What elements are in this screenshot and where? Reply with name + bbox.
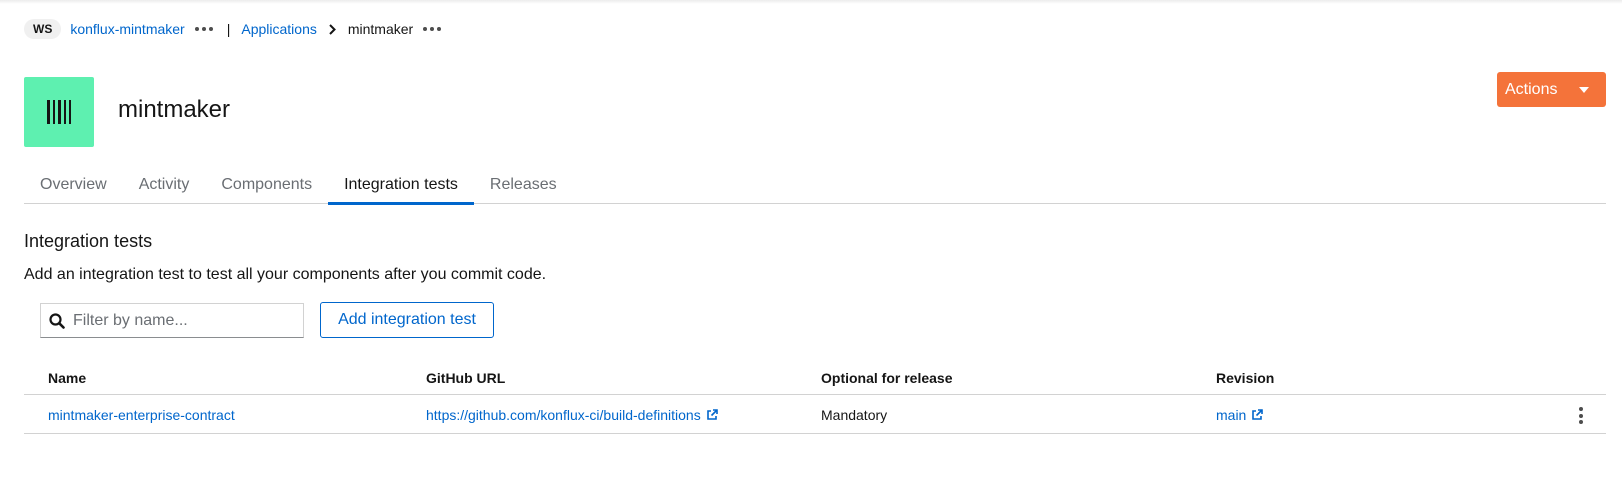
section-description: Add an integration test to test all your…	[24, 266, 547, 283]
chevron-right-icon	[329, 23, 336, 35]
column-header-optional[interactable]: Optional for release	[821, 370, 952, 386]
filter-field	[40, 303, 304, 338]
breadcrumb-applications-link[interactable]: Applications	[241, 21, 317, 37]
tab-overview[interactable]: Overview	[24, 167, 123, 204]
barcode-icon	[47, 100, 71, 124]
table-row: mintmaker-enterprise-contract https://gi…	[24, 395, 1606, 434]
workspace-kebab-icon[interactable]	[194, 27, 213, 31]
tab-activity[interactable]: Activity	[123, 167, 206, 204]
cell-optional: Mandatory	[821, 407, 888, 423]
github-url-link[interactable]: https://github.com/konflux-ci/build-defi…	[426, 407, 701, 423]
actions-button[interactable]: Actions	[1497, 72, 1606, 107]
tab-releases[interactable]: Releases	[474, 167, 573, 204]
row-kebab-icon[interactable]	[1575, 407, 1587, 424]
search-icon	[49, 312, 65, 329]
tab-components[interactable]: Components	[205, 167, 328, 204]
column-header-name[interactable]: Name	[48, 370, 86, 386]
tab-integration-tests[interactable]: Integration tests	[328, 167, 474, 205]
breadcrumb-workspace-link[interactable]: konflux-mintmaker	[70, 21, 184, 37]
column-header-github-url[interactable]: GitHub URL	[426, 370, 505, 386]
integration-test-name-link[interactable]: mintmaker-enterprise-contract	[48, 407, 235, 423]
revision-link[interactable]: main	[1216, 407, 1246, 423]
application-kebab-icon[interactable]	[423, 27, 442, 31]
top-shadow	[0, 0, 1622, 4]
section-title: Integration tests	[24, 231, 153, 251]
add-integration-test-button[interactable]: Add integration test	[320, 302, 494, 338]
cell-github-url: https://github.com/konflux-ci/build-defi…	[426, 407, 718, 423]
breadcrumb-current: mintmaker	[347, 21, 414, 37]
filter-by-name-input[interactable]	[73, 311, 293, 330]
page-title: mintmaker	[118, 96, 231, 123]
external-link-icon[interactable]	[706, 409, 718, 421]
actions-label: Actions	[1505, 80, 1558, 98]
cell-name: mintmaker-enterprise-contract	[48, 407, 235, 423]
breadcrumb: WS konflux-mintmaker | Applications mint…	[24, 18, 442, 40]
caret-down-icon	[1579, 87, 1589, 93]
table-header: Name GitHub URL Optional for release Rev…	[24, 360, 1606, 395]
breadcrumb-separator: |	[226, 21, 231, 37]
cell-revision: main	[1216, 407, 1264, 423]
integration-tests-table: Name GitHub URL Optional for release Rev…	[24, 360, 1606, 434]
column-header-revision[interactable]: Revision	[1216, 370, 1274, 386]
application-icon	[24, 77, 94, 147]
external-link-icon[interactable]	[1251, 409, 1264, 421]
tab-bar: Overview Activity Components Integration…	[24, 167, 1606, 205]
workspace-badge: WS	[24, 19, 62, 39]
